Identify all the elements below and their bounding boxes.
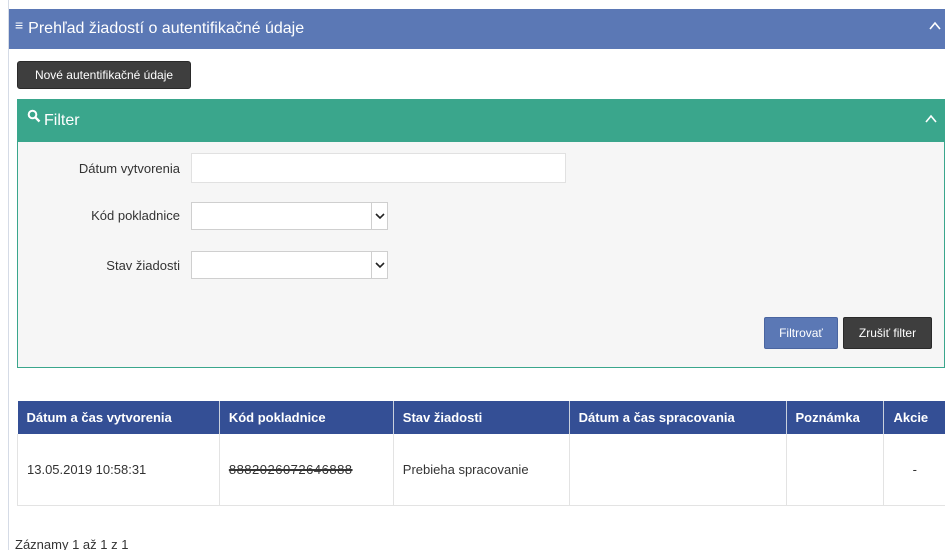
- chevron-down-icon[interactable]: [371, 203, 387, 229]
- column-header[interactable]: Dátum a čas vytvorenia: [17, 401, 220, 434]
- column-header[interactable]: Poznámka: [786, 401, 885, 434]
- column-header[interactable]: Akcie: [883, 401, 945, 434]
- status-select[interactable]: [191, 251, 388, 279]
- column-header[interactable]: Dátum a čas spracovania: [569, 401, 787, 434]
- created-cell: 13.05.2019 10:58:31: [17, 434, 220, 506]
- created-date-label: Dátum vytvorenia: [78, 161, 180, 176]
- search-icon: [27, 109, 41, 123]
- actions-cell: -: [883, 434, 945, 506]
- column-header[interactable]: Stav žiadosti: [393, 401, 570, 434]
- table-header-row: Dátum a čas vytvorenia Kód pokladnice St…: [17, 401, 945, 434]
- table-row[interactable]: 13.05.2019 10:58:31 8882026072646888 Pre…: [17, 434, 945, 506]
- cash-register-cell: 8882026072646888: [219, 434, 394, 506]
- reset-filter-button[interactable]: Zrušiť filter: [843, 317, 932, 349]
- content-border: [8, 0, 9, 550]
- cash-register-select[interactable]: [191, 202, 388, 230]
- cash-register-label: Kód pokladnice: [91, 208, 180, 223]
- page-header: ≡ Prehľad žiadostí o autentifikačné údaj…: [9, 9, 945, 49]
- status-label: Stav žiadosti: [106, 258, 180, 273]
- hamburger-icon[interactable]: ≡: [15, 18, 23, 32]
- processed-cell: [569, 434, 787, 506]
- chevron-up-icon[interactable]: [924, 112, 938, 126]
- requests-table: Dátum a čas vytvorenia Kód pokladnice St…: [17, 401, 945, 506]
- chevron-up-icon[interactable]: [929, 19, 941, 35]
- new-credentials-button[interactable]: Nové autentifikačné údaje: [17, 61, 191, 89]
- filter-panel: Filter Dátum vytvorenia Kód pokladnice S…: [17, 99, 945, 368]
- filter-title: Filter: [44, 112, 80, 129]
- created-date-input[interactable]: [191, 153, 566, 183]
- status-cell: Prebieha spracovanie: [393, 434, 570, 506]
- column-header[interactable]: Kód pokladnice: [219, 401, 394, 434]
- filter-header[interactable]: Filter: [18, 100, 944, 142]
- cash-register-code: 8882026072646888: [228, 461, 353, 477]
- note-cell: [786, 434, 885, 506]
- apply-filter-button[interactable]: Filtrovať: [764, 317, 838, 349]
- chevron-down-icon[interactable]: [371, 252, 387, 278]
- page-title: Prehľad žiadostí o autentifikačné údaje: [28, 20, 305, 37]
- records-info: Záznamy 1 až 1 z 1: [15, 537, 129, 550]
